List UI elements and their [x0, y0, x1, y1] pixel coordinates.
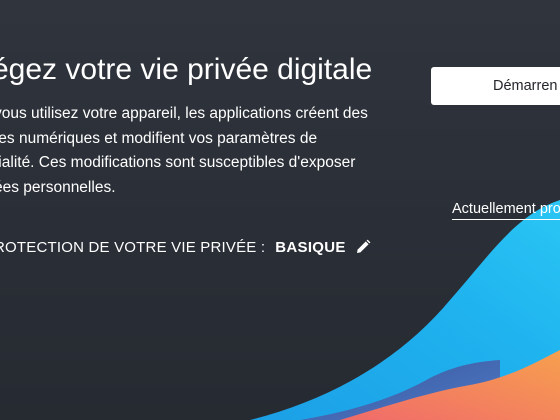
page-title: égez votre vie privée digitale: [0, 53, 373, 86]
description-line: tialité. Ces modifications sont suscepti…: [0, 154, 356, 171]
pencil-icon[interactable]: [355, 239, 371, 255]
protection-level-row: ROTECTION DE VOTRE VIE PRIVÉE : BASIQUE: [0, 237, 371, 257]
protection-level-value: BASIQUE: [275, 238, 346, 256]
description-line: vous utilisez votre appareil, les applic…: [0, 105, 368, 122]
description-line: ées personnelles.: [0, 178, 116, 196]
protection-label: ROTECTION DE VOTRE VIE PRIVÉE :: [0, 238, 266, 256]
start-button[interactable]: Démarren: [431, 67, 560, 105]
description-line: tes numériques et modifient vos paramètr…: [0, 129, 318, 147]
current-protection-link[interactable]: Actuellement pro: [452, 200, 560, 220]
description: vous utilisez votre appareil, les applic…: [0, 102, 384, 200]
